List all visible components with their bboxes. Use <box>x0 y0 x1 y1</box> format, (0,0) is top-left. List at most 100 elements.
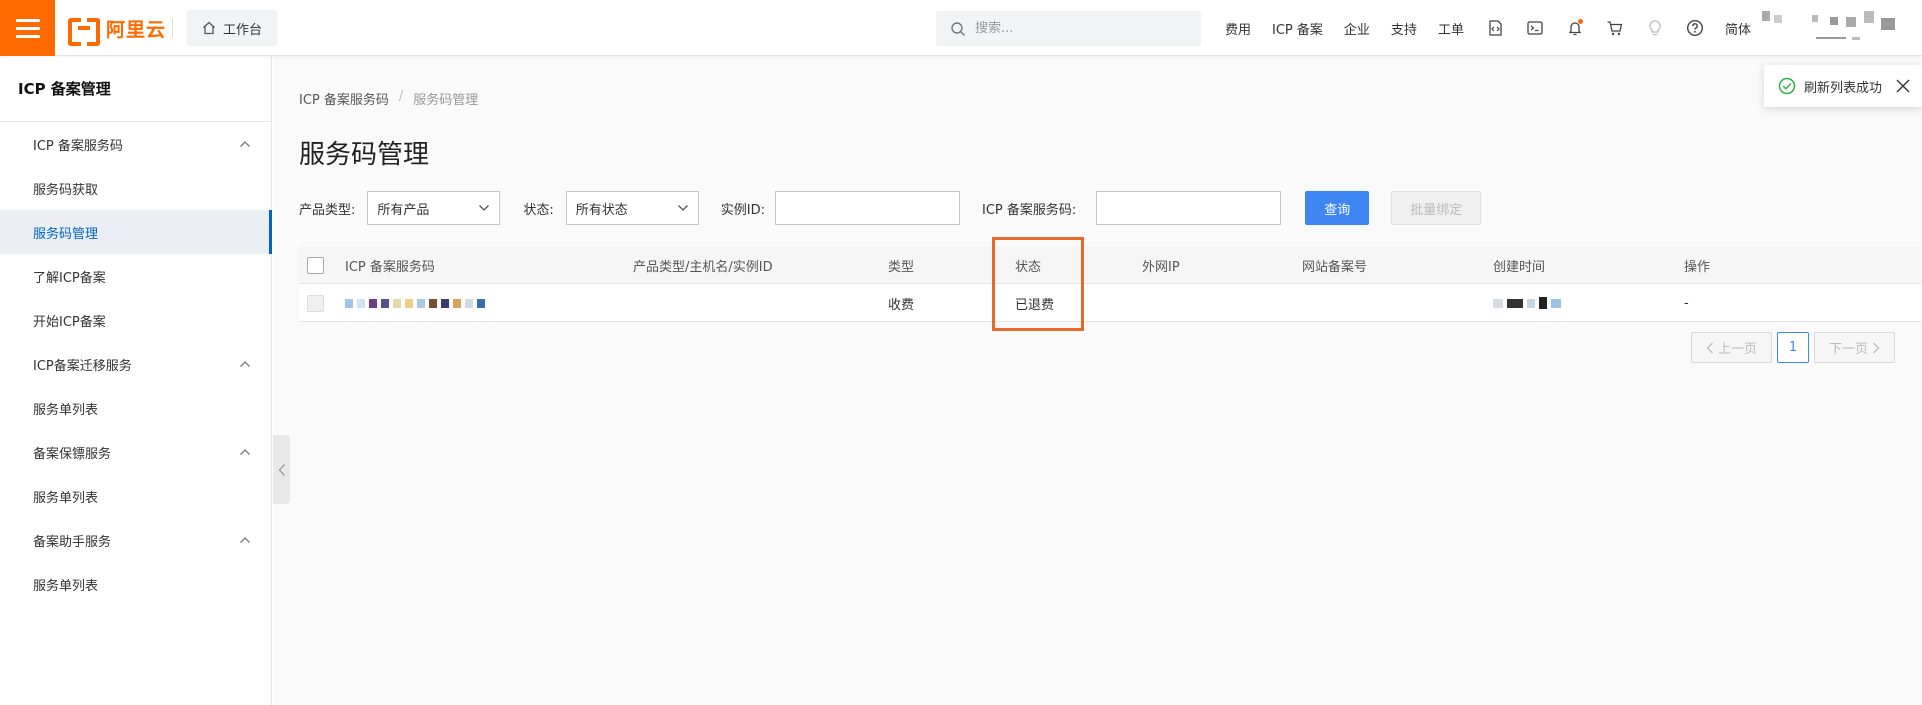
chevron-right-icon <box>1873 342 1880 353</box>
chevron-down-icon <box>677 205 688 211</box>
col-created: 创建时间 <box>1493 259 1546 275</box>
nav-ticket[interactable]: 工单 <box>1438 19 1464 38</box>
hamburger-menu-button[interactable] <box>0 0 55 56</box>
action-value: - <box>1684 295 1689 311</box>
chevron-up-icon <box>240 361 250 367</box>
service-code-value <box>345 284 489 322</box>
sidebar-item-label: 备案助手服务 <box>33 534 112 550</box>
search-input[interactable] <box>975 21 1175 36</box>
cart-icon[interactable] <box>1605 18 1625 38</box>
language-switch[interactable]: 简体 <box>1725 19 1751 38</box>
sidebar-group-bodyguard[interactable]: 备案保镖服务 <box>0 430 271 474</box>
top-nav: 费用 ICP 备案 企业 支持 工单 简体 <box>1225 0 1772 56</box>
page-title: 服务码管理 <box>299 140 430 170</box>
success-toast: 刷新列表成功 <box>1764 65 1922 107</box>
nav-fee[interactable]: 费用 <box>1225 19 1251 38</box>
menu-line <box>15 26 40 30</box>
divider <box>172 18 173 38</box>
chevron-up-icon <box>240 141 250 147</box>
sidebar-item-label: 服务码管理 <box>33 226 99 242</box>
created-value <box>1493 284 1565 322</box>
redacted-code <box>345 298 489 308</box>
sidebar-item-label: 服务单列表 <box>33 490 99 506</box>
col-action: 操作 <box>1684 259 1711 275</box>
service-code-input[interactable] <box>1096 191 1282 225</box>
sidebar-collapse-handle[interactable] <box>273 435 290 504</box>
sidebar-item-label: 了解ICP备案 <box>33 270 106 286</box>
user-avatar[interactable] <box>1760 4 1920 52</box>
notification-dot <box>1577 19 1583 24</box>
menu-line <box>15 34 40 38</box>
table-row: 收费 已退费 - <box>299 284 1921 322</box>
nav-support[interactable]: 支持 <box>1391 19 1417 38</box>
row-checkbox[interactable] <box>307 294 324 312</box>
service-code-label: ICP 备案服务码: <box>982 202 1077 218</box>
sidebar-item-label: 服务单列表 <box>33 402 99 418</box>
logo-text: 阿里云 <box>106 18 167 41</box>
breadcrumb-separator: / <box>398 89 404 104</box>
bulb-icon[interactable] <box>1645 18 1665 38</box>
breadcrumb-parent[interactable]: ICP 备案服务码 <box>299 89 389 108</box>
home-icon <box>203 21 215 35</box>
sidebar-item-bodyguard-orders[interactable]: 服务单列表 <box>0 474 271 518</box>
status-value: 所有状态 <box>575 202 628 218</box>
sidebar-item-label: ICP备案迁移服务 <box>33 358 132 374</box>
sidebar-item-assistant-orders[interactable]: 服务单列表 <box>0 562 271 606</box>
sidebar-item-code-management[interactable]: 服务码管理 <box>0 210 272 254</box>
close-icon[interactable] <box>1894 77 1912 95</box>
select-all-cell <box>307 246 324 284</box>
query-button[interactable]: 查询 <box>1305 191 1370 225</box>
col-public-ip: 外网IP <box>1142 259 1180 275</box>
workbench-button[interactable]: 工作台 <box>187 10 277 46</box>
breadcrumb-current: 服务码管理 <box>413 93 479 108</box>
select-all-checkbox[interactable] <box>307 256 324 274</box>
search-icon <box>951 21 965 36</box>
breadcrumb: ICP 备案服务码 / 服务码管理 <box>299 89 478 108</box>
terminal-icon[interactable] <box>1525 18 1545 38</box>
product-type-select[interactable]: 所有产品 <box>367 191 501 225</box>
batch-bind-button[interactable]: 批量绑定 <box>1391 191 1482 225</box>
bell-icon[interactable] <box>1565 18 1585 38</box>
sidebar-item-start-icp[interactable]: 开始ICP备案 <box>0 298 271 342</box>
row-select-cell <box>307 284 324 322</box>
instance-id-input[interactable] <box>775 191 961 225</box>
chevron-left-icon <box>278 463 285 476</box>
toast-message: 刷新列表成功 <box>1804 80 1883 96</box>
type-value: 收费 <box>888 297 915 313</box>
main-content: ICP 备案服务码 / 服务码管理 服务码管理 产品类型: 所有产品 状态: 所… <box>273 56 1922 705</box>
product-type-label: 产品类型: <box>299 202 356 218</box>
next-page-button[interactable]: 下一页 <box>1814 332 1895 363</box>
workbench-label: 工作台 <box>222 22 262 38</box>
sidebar-item-label: 开始ICP备案 <box>33 314 106 330</box>
sidebar-item-label: ICP 备案服务码 <box>33 138 123 154</box>
sidebar-item-label: 备案保镖服务 <box>33 446 112 462</box>
aliyun-logo-icon <box>68 18 100 46</box>
filter-bar: 产品类型: 所有产品 状态: 所有状态 实例ID: ICP 备案服务码: 查询 … <box>299 191 1482 225</box>
sidebar-group-icp-migration[interactable]: ICP备案迁移服务 <box>0 342 271 386</box>
code-icon[interactable] <box>1485 18 1505 38</box>
sidebar-group-icp-service-code[interactable]: ICP 备案服务码 <box>0 122 271 166</box>
sidebar-item-label: 服务码获取 <box>33 182 99 198</box>
help-icon[interactable] <box>1685 18 1705 38</box>
nav-enterprise[interactable]: 企业 <box>1344 19 1370 38</box>
status-select[interactable]: 所有状态 <box>565 191 699 225</box>
sidebar-group-assistant[interactable]: 备案助手服务 <box>0 518 271 562</box>
search-box[interactable] <box>936 11 1201 46</box>
table-header: ICP 备案服务码 产品类型/主机名/实例ID 类型 状态 外网IP 网站备案号… <box>299 246 1921 284</box>
aliyun-logo[interactable]: 阿里云 <box>68 14 167 46</box>
chevron-up-icon <box>240 537 250 543</box>
page-number-1[interactable]: 1 <box>1777 332 1809 363</box>
col-record-no: 网站备案号 <box>1302 259 1368 275</box>
redacted-created <box>1493 297 1565 309</box>
service-code-table: ICP 备案服务码 产品类型/主机名/实例ID 类型 状态 外网IP 网站备案号… <box>299 246 1921 322</box>
sidebar-item-migration-orders[interactable]: 服务单列表 <box>0 386 271 430</box>
top-bar: 阿里云 工作台 费用 ICP 备案 企业 支持 工单 <box>0 0 1922 56</box>
sidebar-item-learn-icp[interactable]: 了解ICP备案 <box>0 254 271 298</box>
chevron-left-icon <box>1706 342 1713 353</box>
prev-page-button[interactable]: 上一页 <box>1691 332 1772 363</box>
instance-id-label: 实例ID: <box>720 202 766 218</box>
sidebar-item-get-code[interactable]: 服务码获取 <box>0 166 271 210</box>
col-product: 产品类型/主机名/实例ID <box>633 259 773 275</box>
nav-icp[interactable]: ICP 备案 <box>1272 19 1323 38</box>
sidebar-item-label: 服务单列表 <box>33 578 99 594</box>
